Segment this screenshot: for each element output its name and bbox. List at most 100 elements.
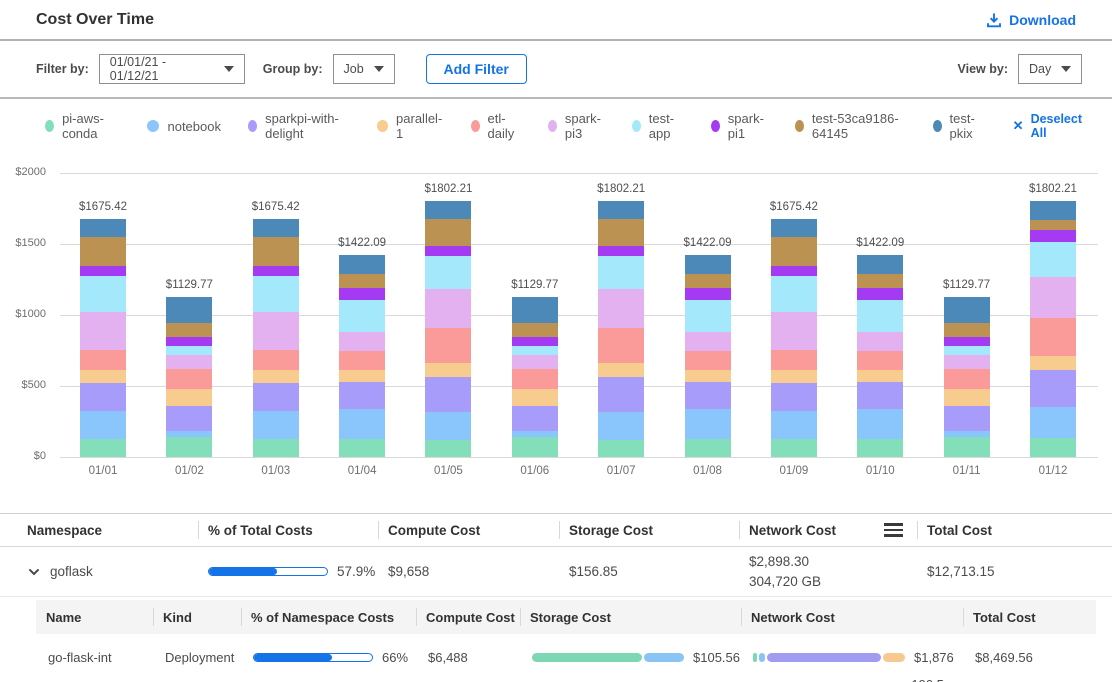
col-namespace[interactable]: Namespace <box>0 514 198 546</box>
bar-segment-notebook[interactable] <box>425 412 471 440</box>
bar-segment-test-pkix[interactable] <box>253 219 299 237</box>
bar-segment-etl-daily[interactable] <box>512 369 558 389</box>
col-pct-namespace-costs[interactable]: % of Namespace Costs <box>241 600 416 634</box>
bar-segment-spark-pi1[interactable] <box>1030 230 1076 242</box>
bar-segment-test-app[interactable] <box>598 256 644 289</box>
bar-segment-sparkpi-with-delight[interactable] <box>80 383 126 411</box>
bar-segment-sparkpi-with-delight[interactable] <box>944 406 990 431</box>
table-row-goflask[interactable]: goflask 57.9% $9,658 $156.85 $2,898.30 3… <box>0 547 1112 597</box>
legend-item-spark-pi3[interactable]: spark-pi3 <box>548 111 605 141</box>
bar-segment-notebook[interactable] <box>944 431 990 437</box>
bar-segment-spark-pi1[interactable] <box>166 337 212 346</box>
bar-segment-parallel-1[interactable] <box>944 389 990 406</box>
col-total-cost[interactable]: Total Cost <box>963 600 1096 634</box>
bar-segment-sparkpi-with-delight[interactable] <box>512 406 558 431</box>
bar-segment-test-53ca9186-64145[interactable] <box>80 237 126 266</box>
col-name[interactable]: Name <box>36 600 153 634</box>
legend-item-pi-aws-conda[interactable]: pi-aws-conda <box>45 111 120 141</box>
bar-segment-pi-aws-conda[interactable] <box>598 440 644 457</box>
bar-segment-spark-pi3[interactable] <box>685 332 731 350</box>
bar-segment-notebook[interactable] <box>857 409 903 439</box>
bar-segment-parallel-1[interactable] <box>598 363 644 376</box>
bar-segment-spark-pi3[interactable] <box>166 355 212 368</box>
bar-segment-test-pkix[interactable] <box>166 297 212 323</box>
bar-segment-test-app[interactable] <box>771 276 817 312</box>
col-network-cost[interactable]: Network Cost <box>741 600 963 634</box>
bar-segment-notebook[interactable] <box>253 411 299 440</box>
stacked-bar-01/08[interactable] <box>685 255 731 457</box>
bar-segment-spark-pi1[interactable] <box>512 337 558 346</box>
bar-segment-spark-pi3[interactable] <box>512 355 558 368</box>
bar-segment-test-pkix[interactable] <box>512 297 558 323</box>
bar-segment-test-app[interactable] <box>425 256 471 289</box>
bar-segment-pi-aws-conda[interactable] <box>512 437 558 457</box>
bar-segment-parallel-1[interactable] <box>771 370 817 383</box>
bar-segment-spark-pi3[interactable] <box>339 332 385 350</box>
bar-segment-notebook[interactable] <box>80 411 126 440</box>
bar-segment-sparkpi-with-delight[interactable] <box>598 377 644 412</box>
bar-segment-test-pkix[interactable] <box>944 297 990 323</box>
col-pct-total-costs[interactable]: % of Total Costs <box>198 514 378 546</box>
bar-segment-pi-aws-conda[interactable] <box>685 439 731 457</box>
col-storage-cost[interactable]: Storage Cost <box>520 600 741 634</box>
bar-segment-spark-pi3[interactable] <box>80 312 126 350</box>
bar-segment-spark-pi1[interactable] <box>80 266 126 276</box>
bar-segment-test-pkix[interactable] <box>339 255 385 274</box>
bar-segment-pi-aws-conda[interactable] <box>80 439 126 457</box>
bar-segment-test-app[interactable] <box>512 346 558 355</box>
bar-segment-test-app[interactable] <box>685 300 731 332</box>
bar-segment-etl-daily[interactable] <box>425 328 471 364</box>
bar-segment-test-pkix[interactable] <box>425 201 471 219</box>
bar-segment-notebook[interactable] <box>339 409 385 439</box>
bar-segment-test-pkix[interactable] <box>80 219 126 237</box>
bar-segment-pi-aws-conda[interactable] <box>771 439 817 457</box>
group-by-select[interactable]: Job <box>333 54 395 84</box>
bar-segment-test-pkix[interactable] <box>771 219 817 237</box>
bar-segment-test-53ca9186-64145[interactable] <box>771 237 817 266</box>
bar-segment-test-53ca9186-64145[interactable] <box>685 274 731 288</box>
bar-segment-test-app[interactable] <box>1030 242 1076 277</box>
bar-segment-test-53ca9186-64145[interactable] <box>857 274 903 288</box>
bar-segment-test-app[interactable] <box>339 300 385 332</box>
bar-segment-spark-pi3[interactable] <box>944 355 990 368</box>
bar-segment-parallel-1[interactable] <box>80 370 126 383</box>
bar-segment-test-pkix[interactable] <box>598 201 644 219</box>
bar-segment-etl-daily[interactable] <box>253 350 299 370</box>
stacked-bar-01/03[interactable] <box>253 219 299 457</box>
bar-segment-test-53ca9186-64145[interactable] <box>339 274 385 288</box>
stacked-bar-01/04[interactable] <box>339 255 385 457</box>
date-range-select[interactable]: 01/01/21 - 01/12/21 <box>99 54 245 84</box>
stacked-bar-01/02[interactable] <box>166 297 212 457</box>
col-kind[interactable]: Kind <box>153 600 241 634</box>
bar-segment-etl-daily[interactable] <box>166 369 212 389</box>
bar-segment-spark-pi1[interactable] <box>425 246 471 257</box>
bar-segment-pi-aws-conda[interactable] <box>944 437 990 457</box>
bar-segment-etl-daily[interactable] <box>944 369 990 389</box>
bar-segment-test-pkix[interactable] <box>857 255 903 274</box>
bar-segment-parallel-1[interactable] <box>685 370 731 383</box>
bar-segment-etl-daily[interactable] <box>857 351 903 370</box>
table-row-go-flask-int[interactable]: go-flask-int Deployment 66% $6,488 $105.… <box>36 634 1096 682</box>
bar-segment-spark-pi1[interactable] <box>857 288 903 300</box>
bar-segment-pi-aws-conda[interactable] <box>1030 438 1076 457</box>
stacked-bar-01/11[interactable] <box>944 297 990 457</box>
bar-segment-pi-aws-conda[interactable] <box>253 439 299 457</box>
legend-item-test-53ca9186-64145[interactable]: test-53ca9186-64145 <box>795 111 906 141</box>
bar-segment-pi-aws-conda[interactable] <box>425 440 471 457</box>
bar-segment-test-53ca9186-64145[interactable] <box>425 219 471 246</box>
bar-segment-test-app[interactable] <box>166 346 212 355</box>
bar-segment-pi-aws-conda[interactable] <box>857 439 903 457</box>
bar-segment-etl-daily[interactable] <box>598 328 644 364</box>
bar-segment-spark-pi3[interactable] <box>857 332 903 350</box>
download-button[interactable]: Download <box>986 12 1076 28</box>
legend-item-test-app[interactable]: test-app <box>632 111 684 141</box>
legend-item-etl-daily[interactable]: etl-daily <box>471 111 521 141</box>
bar-segment-spark-pi3[interactable] <box>253 312 299 350</box>
bar-segment-test-53ca9186-64145[interactable] <box>512 323 558 337</box>
bar-segment-sparkpi-with-delight[interactable] <box>1030 370 1076 408</box>
bar-segment-sparkpi-with-delight[interactable] <box>685 382 731 409</box>
bar-segment-sparkpi-with-delight[interactable] <box>857 382 903 409</box>
bar-segment-spark-pi3[interactable] <box>425 289 471 327</box>
legend-item-test-pkix[interactable]: test-pkix <box>933 111 986 141</box>
bar-segment-spark-pi1[interactable] <box>685 288 731 300</box>
